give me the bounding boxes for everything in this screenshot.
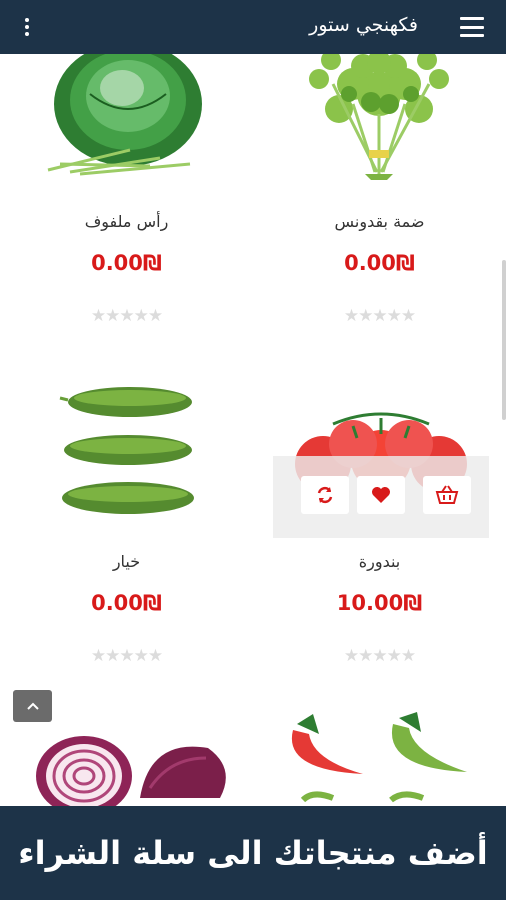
product-name[interactable]: رأس ملفوف <box>0 212 253 231</box>
heart-icon <box>372 487 390 503</box>
basket-icon <box>435 485 459 504</box>
hamburger-icon[interactable] <box>460 17 484 37</box>
more-options-icon[interactable] <box>18 14 36 40</box>
promo-banner: أضف منتجاتك الى سلة الشراء <box>0 806 506 900</box>
product-price: 0.00₪ <box>91 591 162 615</box>
product-name[interactable]: خيار <box>0 552 253 571</box>
parsley-image <box>309 54 449 180</box>
add-to-cart-button[interactable] <box>423 476 471 514</box>
rating-stars: ★★★★★ <box>90 306 163 326</box>
compare-button[interactable] <box>301 476 349 514</box>
store-title: فكهنجي ستور <box>309 14 418 36</box>
chili-pepper-image <box>291 712 467 803</box>
product-price: 0.00₪ <box>344 251 415 275</box>
refresh-icon <box>317 486 333 504</box>
red-onion-image <box>36 736 226 806</box>
rating-stars: ★★★★★ <box>343 306 416 326</box>
product-price: 0.00₪ <box>91 251 162 275</box>
product-price: 10.00₪ <box>336 591 423 615</box>
chevron-up-icon <box>26 702 39 710</box>
page-scrollbar[interactable] <box>502 260 506 420</box>
product-grid: ضمة بقدونس 0.00₪ ★★★★★ رأس ملفوف 0.00₪ ★… <box>0 54 506 806</box>
product-actions <box>273 456 489 538</box>
rating-stars: ★★★★★ <box>343 646 416 666</box>
rating-stars: ★★★★★ <box>90 646 163 666</box>
product-name[interactable]: بندورة <box>253 552 506 571</box>
product-name[interactable]: ضمة بقدونس <box>253 212 506 231</box>
wishlist-button[interactable] <box>357 476 405 514</box>
cucumber-image <box>59 387 194 514</box>
cabbage-image <box>47 54 202 176</box>
app-header: فكهنجي ستور <box>0 0 506 54</box>
scroll-to-top-button[interactable] <box>13 690 52 722</box>
